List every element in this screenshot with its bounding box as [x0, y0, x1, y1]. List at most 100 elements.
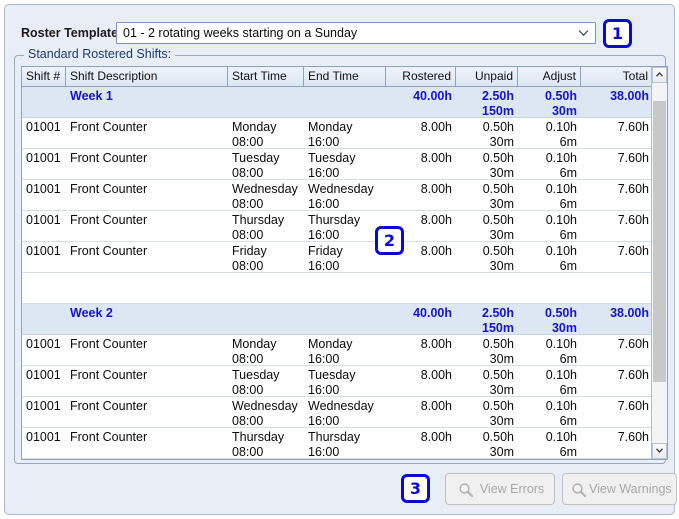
cell-total: 7.60h	[581, 366, 653, 397]
cell-shift_no: 01001	[22, 335, 66, 366]
roster-template-window: Roster Template: 01 - 2 rotating weeks s…	[4, 4, 675, 515]
cell-unpaid: 0.50h30m	[456, 428, 518, 459]
cell-total: 7.60h	[581, 428, 653, 459]
cell-line-secondary: 08:00	[232, 197, 300, 211]
cell-line-secondary: 08:00	[232, 352, 300, 366]
cell-start_time	[228, 87, 304, 118]
week-summary-row[interactable]: Week 240.00h2.50h150m0.50h30m38.00h	[22, 304, 653, 335]
cell-adjust: 0.10h6m	[518, 397, 581, 428]
cell-line-secondary: 30m	[460, 166, 514, 180]
cell-description: Front Counter	[66, 149, 228, 180]
cell-line-secondary: 6m	[522, 352, 577, 366]
grid-column-header-label: Adjust	[543, 69, 576, 83]
cell-end_time	[304, 87, 386, 118]
chevron-down-icon[interactable]	[578, 29, 589, 37]
cell-adjust: 0.10h6m	[518, 180, 581, 211]
table-row[interactable]: 01001Front CounterWednesday08:00Wednesda…	[22, 180, 653, 211]
grid-column-header-description[interactable]: Shift Description	[66, 67, 228, 86]
cell-adjust: 0.10h6m	[518, 335, 581, 366]
cell-start_time: Monday08:00	[228, 335, 304, 366]
view-errors-button[interactable]: View Errors	[445, 473, 555, 505]
rostered-shifts-grid[interactable]: Shift # Shift Description Start TimeEnd Ti…	[21, 66, 668, 460]
cell-line-primary: Thursday	[308, 428, 382, 445]
table-row[interactable]: 01001Front CounterTuesday08:00Tuesday16:…	[22, 149, 653, 180]
grid-column-header-label: Unpaid	[475, 69, 513, 83]
cell-description	[66, 273, 228, 304]
cell-line-primary: 0.50h	[522, 304, 577, 321]
grid-column-header-shift_no[interactable]: Shift #	[22, 67, 66, 86]
table-row[interactable]: 01001Front CounterThursday08:00Thursday1…	[22, 211, 653, 242]
cell-line-primary: Thursday	[232, 428, 300, 445]
view-warnings-button[interactable]: View Warnings	[562, 473, 677, 505]
cell-line-secondary: 16:00	[308, 445, 382, 459]
cell-start_time: Thursday08:00	[228, 428, 304, 459]
magnifier-icon	[458, 482, 474, 498]
cell-total: 7.60h	[581, 118, 653, 149]
cell-rostered: 8.00h	[386, 428, 456, 459]
cell-line-primary: 0.50h	[522, 87, 577, 104]
table-row[interactable]: 01001Front CounterWednesday08:00Wednesda…	[22, 397, 653, 428]
table-row[interactable]: 01001Front CounterMonday08:00Monday16:00…	[22, 335, 653, 366]
cell-line-primary: 40.00h	[390, 304, 452, 321]
cell-line-primary: 0.10h	[522, 397, 577, 414]
cell-end_time	[304, 304, 386, 335]
cell-shift_no: 01001	[22, 149, 66, 180]
cell-rostered: 8.00h	[386, 149, 456, 180]
cell-total: 7.60h	[581, 397, 653, 428]
cell-line-secondary: 16:00	[308, 135, 382, 149]
cell-description: Front Counter	[66, 366, 228, 397]
cell-line-primary: 8.00h	[390, 180, 452, 197]
grid-vertical-scrollbar[interactable]	[651, 67, 667, 459]
cell-rostered	[386, 273, 456, 304]
grid-column-header-total[interactable]: Total	[581, 67, 653, 86]
cell-rostered: 40.00h	[386, 304, 456, 335]
cell-unpaid: 0.50h30m	[456, 211, 518, 242]
cell-rostered: 40.00h	[386, 87, 456, 118]
cell-line-secondary: 30m	[460, 352, 514, 366]
grid-column-header-unpaid[interactable]: Unpaid	[456, 67, 518, 86]
cell-line-secondary: 16:00	[308, 197, 382, 211]
cell-line-primary: 40.00h	[390, 87, 452, 104]
scroll-down-button[interactable]	[652, 443, 667, 459]
grid-column-header-adjust[interactable]: Adjust	[518, 67, 581, 86]
grid-column-header-end_time[interactable]: End Time	[304, 67, 386, 86]
scroll-up-button[interactable]	[652, 67, 667, 83]
cell-line-primary: 01001	[26, 242, 62, 259]
table-row[interactable]: 01001Front CounterThursday08:00Thursday1…	[22, 428, 653, 459]
scrollbar-thumb[interactable]	[653, 101, 666, 382]
cell-line-primary: 01001	[26, 118, 62, 135]
cell-line-secondary: 30m	[522, 321, 577, 335]
table-row[interactable]: 01001Front CounterFriday08:00Friday16:00…	[22, 242, 653, 273]
cell-line-primary: 0.50h	[460, 211, 514, 228]
grid-column-header-rostered[interactable]: Rostered	[386, 67, 456, 86]
cell-line-primary: 0.10h	[522, 149, 577, 166]
cell-line-secondary: 08:00	[232, 166, 300, 180]
cell-line-secondary: 08:00	[232, 228, 300, 242]
cell-line-primary: Thursday	[308, 211, 382, 228]
grid-column-header-start_time[interactable]: Start Time	[228, 67, 304, 86]
cell-line-primary: Front Counter	[70, 335, 224, 352]
cell-end_time: Wednesday16:00	[304, 397, 386, 428]
week-summary-row[interactable]: Week 140.00h2.50h150m0.50h30m38.00h	[22, 87, 653, 118]
cell-line-secondary: 6m	[522, 445, 577, 459]
cell-line-primary: Monday	[308, 335, 382, 352]
cell-total: 7.60h	[581, 211, 653, 242]
grid-column-header-label: Rostered	[402, 69, 451, 83]
cell-line-secondary: 150m	[460, 321, 514, 335]
grid-header-row: Shift # Shift Description Start TimeEnd Ti…	[22, 67, 653, 87]
cell-end_time: Tuesday16:00	[304, 366, 386, 397]
table-row[interactable]: 01001Front CounterMonday08:00Monday16:00…	[22, 118, 653, 149]
cell-unpaid	[456, 273, 518, 304]
grid-column-header-label: Shift Description	[70, 69, 157, 83]
cell-shift_no: 01001	[22, 366, 66, 397]
cell-line-primary: 0.50h	[460, 397, 514, 414]
roster-template-combobox[interactable]: 01 - 2 rotating weeks starting on a Sund…	[116, 22, 596, 44]
cell-adjust	[518, 273, 581, 304]
cell-line-primary: Wednesday	[308, 397, 382, 414]
cell-shift_no: 01001	[22, 428, 66, 459]
table-row[interactable]: 01001Front CounterTuesday08:00Tuesday16:…	[22, 366, 653, 397]
cell-line-primary: 8.00h	[390, 397, 452, 414]
cell-description: Front Counter	[66, 428, 228, 459]
cell-line-secondary: 30m	[460, 228, 514, 242]
roster-template-label: Roster Template:	[21, 26, 122, 40]
